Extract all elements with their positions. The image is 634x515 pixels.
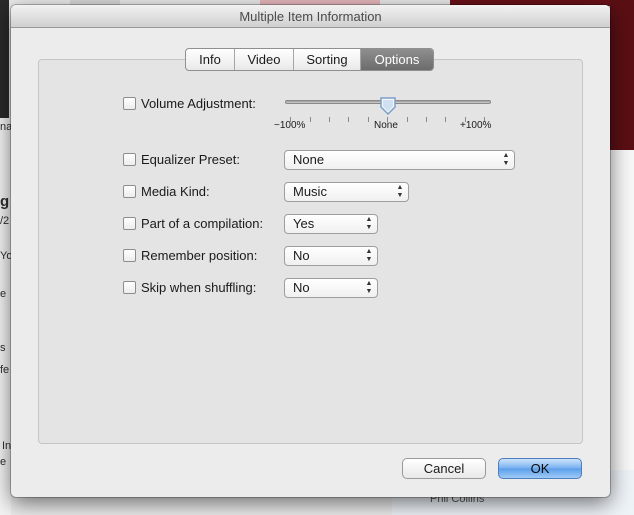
bg-fragment: In [2, 440, 12, 452]
skip-when-shuffling-checkbox[interactable] [123, 281, 136, 294]
tab-video[interactable]: Video [235, 49, 294, 70]
slider-tick [329, 117, 330, 122]
compilation-popup[interactable]: Yes ▲ ▼ [284, 214, 378, 234]
remember-position-label: Remember position: [141, 248, 258, 263]
slider-tick [368, 117, 369, 122]
tab-info[interactable]: Info [186, 49, 235, 70]
volume-adjustment-checkbox[interactable] [123, 97, 136, 110]
equalizer-preset-value: None [293, 152, 325, 167]
media-kind-popup[interactable]: Music ▲ ▼ [284, 182, 409, 202]
equalizer-preset-label: Equalizer Preset: [141, 152, 240, 167]
bg-fragment: fe [0, 364, 10, 376]
bg-fragment: /2 [0, 215, 10, 227]
tab-bar: Info Video Sorting Options [185, 48, 434, 71]
ok-button[interactable]: OK [498, 458, 582, 479]
slider-tick [426, 117, 427, 122]
compilation-checkbox[interactable] [123, 217, 136, 230]
media-kind-label: Media Kind: [141, 184, 210, 199]
slider-tick [407, 117, 408, 122]
slider-tick [348, 117, 349, 122]
volume-adjustment-label: Volume Adjustment: [141, 96, 256, 111]
remember-position-value: No [293, 248, 310, 263]
slider-tick [445, 117, 446, 122]
slider-mid-label: None [374, 120, 398, 131]
bg-fragment: s [0, 342, 6, 354]
right-album-art [610, 0, 634, 150]
equalizer-preset-popup[interactable]: None ▲ ▼ [284, 150, 515, 170]
media-kind-value: Music [293, 184, 327, 199]
slider-max-label: +100% [460, 120, 492, 131]
dialog-title: Multiple Item Information [239, 9, 382, 24]
up-down-chevron-icon: ▲ ▼ [365, 280, 373, 295]
up-down-chevron-icon: ▲ ▼ [365, 248, 373, 263]
skip-when-shuffling-popup[interactable]: No ▲ ▼ [284, 278, 378, 298]
up-down-chevron-icon: ▲ ▼ [396, 184, 404, 199]
skip-when-shuffling-value: No [293, 280, 310, 295]
up-down-chevron-icon: ▲ ▼ [502, 152, 510, 167]
compilation-value: Yes [293, 216, 315, 231]
bg-fragment: e [0, 288, 7, 300]
tab-options[interactable]: Options [361, 49, 433, 70]
bg-fragment: g [0, 193, 10, 210]
title-bar[interactable]: Multiple Item Information [11, 5, 610, 28]
multiple-item-information-dialog: Multiple Item Information Info Video Sor… [11, 5, 610, 497]
bg-fragment: e [0, 456, 7, 468]
album-art-1 [0, 0, 9, 118]
slider-min-label: −100% [274, 120, 306, 131]
remember-position-checkbox[interactable] [123, 249, 136, 262]
slider-tick [310, 117, 311, 122]
media-kind-checkbox[interactable] [123, 185, 136, 198]
compilation-label: Part of a compilation: [141, 216, 264, 231]
tab-sorting[interactable]: Sorting [294, 49, 361, 70]
skip-when-shuffling-label: Skip when shuffling: [141, 280, 257, 295]
slider-knob-icon[interactable] [379, 97, 397, 115]
remember-position-popup[interactable]: No ▲ ▼ [284, 246, 378, 266]
up-down-chevron-icon: ▲ ▼ [365, 216, 373, 231]
cancel-button[interactable]: Cancel [402, 458, 486, 479]
equalizer-preset-checkbox[interactable] [123, 153, 136, 166]
